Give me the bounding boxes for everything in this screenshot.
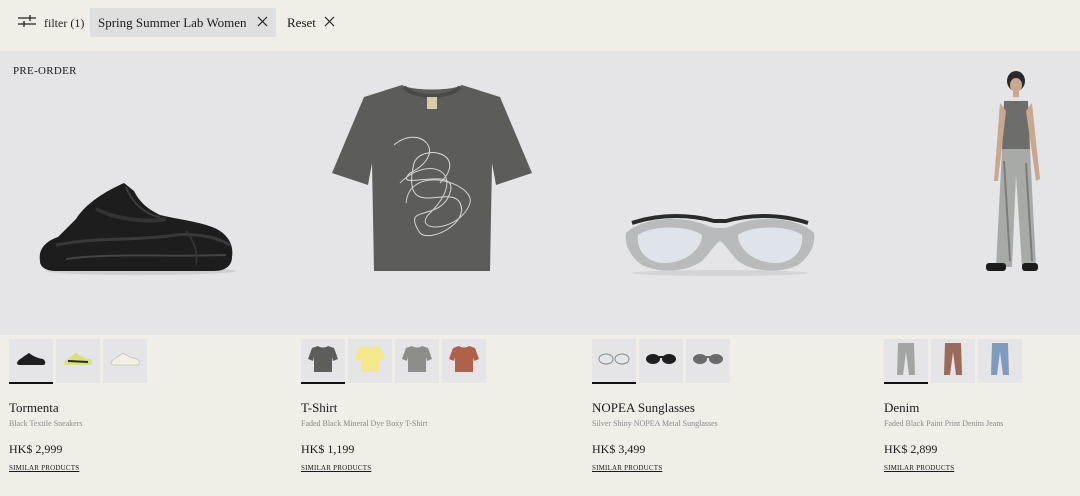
swatch-silver[interactable] <box>592 339 636 384</box>
color-swatches <box>9 339 259 384</box>
color-swatches <box>301 339 551 384</box>
sunglasses-image[interactable] <box>622 211 818 282</box>
product-card[interactable]: NOPEA Sunglasses Silver Shiny NOPEA Meta… <box>592 339 842 475</box>
tshirt-yellow-icon <box>355 345 385 378</box>
product-card[interactable]: Tormenta Black Textile Sneakers HK$ 2,99… <box>9 339 259 475</box>
product-price: HK$ 1,199 <box>301 442 355 456</box>
similar-products-link[interactable]: SIMILAR PRODUCTS <box>884 464 954 472</box>
product-card[interactable]: Denim Faded Black Paint Print Denim Jean… <box>884 339 1080 475</box>
product-description: Silver Shiny NOPEA Metal Sunglasses <box>592 419 718 428</box>
sunglasses-grey-icon <box>692 352 724 370</box>
reset-label: Reset <box>287 15 316 30</box>
filter-button[interactable]: filter (1) <box>18 14 84 33</box>
swatch-lightgrey[interactable] <box>395 339 439 383</box>
product-image-band: PRE-ORDER <box>0 51 1080 335</box>
sneaker-image[interactable] <box>36 179 241 284</box>
tshirt-image[interactable] <box>330 83 534 278</box>
swatch-yellow[interactable] <box>348 339 392 383</box>
reset-button[interactable]: Reset <box>287 14 335 32</box>
swatch-rust[interactable] <box>442 339 486 383</box>
product-name: Denim <box>884 400 920 415</box>
product-card[interactable]: T-Shirt Faded Black Mineral Dye Boxy T-S… <box>301 339 551 475</box>
sneaker-lime-icon <box>62 351 94 372</box>
active-filter-chip[interactable]: Spring Summer Lab Women <box>90 8 276 37</box>
product-name: NOPEA Sunglasses <box>592 400 695 415</box>
denim-model-image[interactable] <box>980 71 1050 286</box>
product-price: HK$ 2,899 <box>884 442 938 456</box>
similar-products-link[interactable]: SIMILAR PRODUCTS <box>301 464 371 472</box>
color-swatches <box>884 339 1080 384</box>
active-filter-label: Spring Summer Lab Women <box>98 14 247 30</box>
swatch-grey[interactable] <box>301 339 345 384</box>
similar-products-link[interactable]: SIMILAR PRODUCTS <box>592 464 662 472</box>
swatch-lime[interactable] <box>56 339 100 383</box>
jeans-grey-icon <box>896 342 916 381</box>
product-price: HK$ 3,499 <box>592 442 646 456</box>
swatch-black[interactable] <box>639 339 683 383</box>
swatch-grey[interactable] <box>686 339 730 383</box>
tshirt-lightgrey-icon <box>402 345 432 378</box>
product-name: Tormenta <box>9 400 59 415</box>
sunglasses-silver-icon <box>598 352 630 370</box>
product-name: T-Shirt <box>301 400 338 415</box>
close-icon <box>324 14 335 32</box>
sneaker-black-icon <box>15 351 47 372</box>
product-price: HK$ 2,999 <box>9 442 63 456</box>
sunglasses-black-icon <box>645 352 677 370</box>
product-description: Faded Black Mineral Dye Boxy T-Shirt <box>301 419 428 428</box>
color-swatches <box>592 339 842 384</box>
sliders-icon <box>18 14 36 33</box>
swatch-blue[interactable] <box>978 339 1022 383</box>
filter-label: filter (1) <box>44 16 85 30</box>
tshirt-rust-icon <box>449 345 479 378</box>
product-description: Faded Black Paint Print Denim Jeans <box>884 419 1004 428</box>
filter-bar: filter (1) Spring Summer Lab Women Reset <box>0 0 1080 50</box>
preorder-badge: PRE-ORDER <box>13 65 77 77</box>
product-description: Black Textile Sneakers <box>9 419 83 428</box>
sneaker-white-icon <box>109 351 141 372</box>
swatch-grey[interactable] <box>884 339 928 384</box>
swatch-brown[interactable] <box>931 339 975 383</box>
close-icon[interactable] <box>257 14 268 32</box>
similar-products-link[interactable]: SIMILAR PRODUCTS <box>9 464 79 472</box>
swatch-black[interactable] <box>9 339 53 384</box>
swatch-white[interactable] <box>103 339 147 383</box>
jeans-brown-icon <box>943 342 963 381</box>
tshirt-grey-icon <box>308 345 338 378</box>
jeans-blue-icon <box>990 342 1010 381</box>
